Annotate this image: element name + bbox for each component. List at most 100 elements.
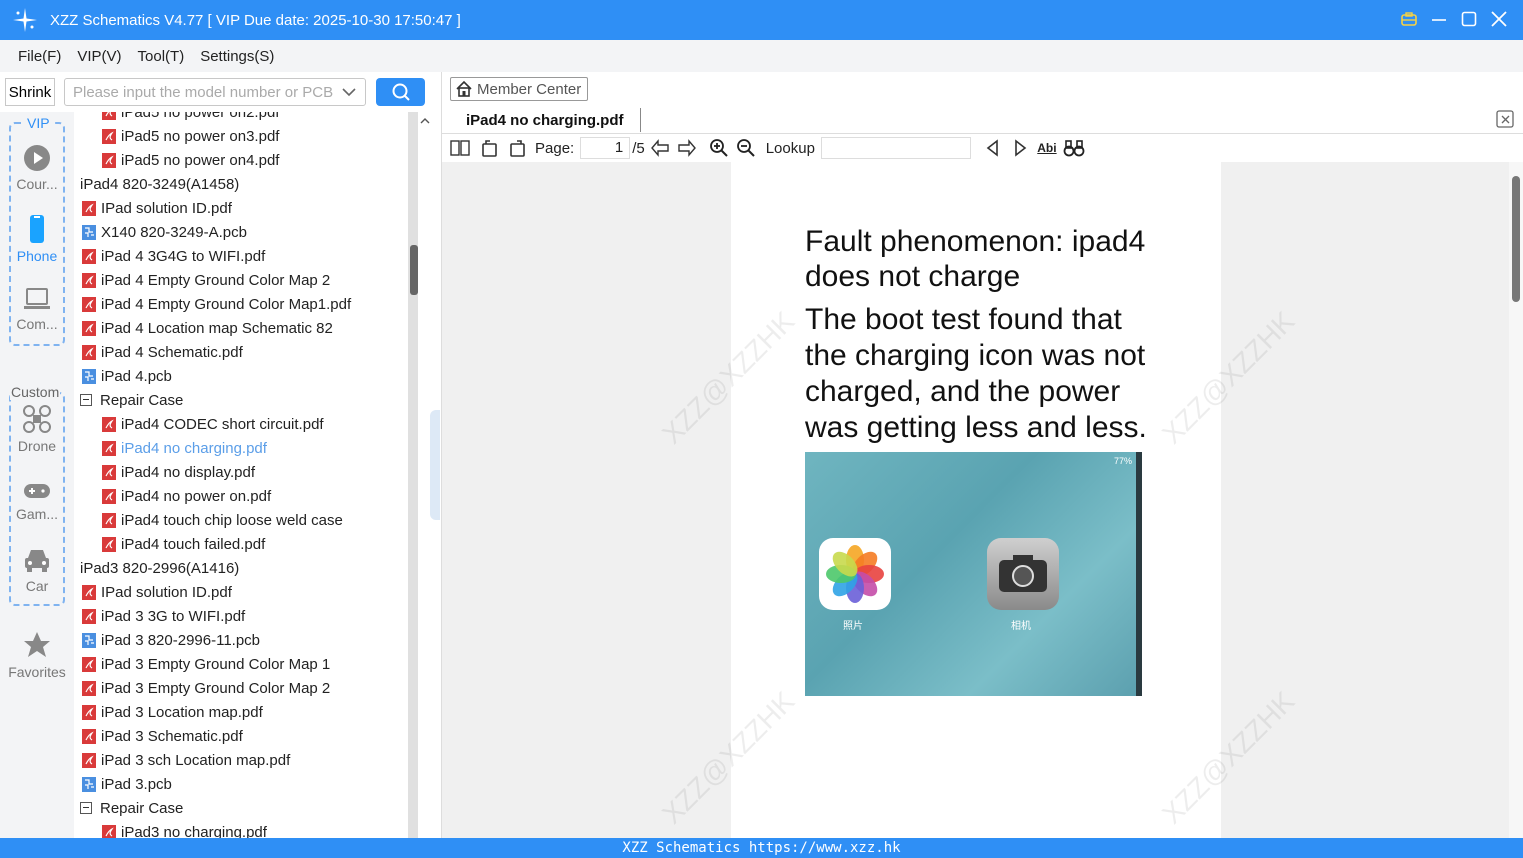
lookup-label: Lookup bbox=[765, 139, 815, 157]
tree-folder[interactable]: Repair Case bbox=[80, 388, 183, 412]
tree-item-label: iPad4 no power on.pdf bbox=[121, 487, 272, 505]
tree-file[interactable]: IPad solution ID.pdf bbox=[82, 196, 232, 220]
minimize-button[interactable] bbox=[1429, 8, 1449, 30]
rotate-right-icon[interactable] bbox=[505, 136, 529, 160]
tree-file[interactable]: iPad 3 Empty Ground Color Map 1 bbox=[82, 652, 330, 676]
zoom-in-icon[interactable] bbox=[707, 136, 731, 160]
document-viewer: Member Center iPad4 no charging.pdf Page… bbox=[441, 72, 1523, 838]
tree-folder[interactable]: Repair Case bbox=[80, 796, 183, 820]
tree-folder[interactable]: iPad3 820-2996(A1416) bbox=[74, 556, 239, 580]
tree-file[interactable]: iPad3 no charging.pdf bbox=[102, 820, 267, 838]
tree-item-label: iPad 3 Schematic.pdf bbox=[101, 727, 243, 745]
menu-vip[interactable]: VIP(V) bbox=[77, 48, 121, 65]
category-favorites-label: Favorites bbox=[8, 664, 66, 680]
pdf-file-icon bbox=[82, 584, 96, 600]
category-phone[interactable]: Phone bbox=[0, 214, 74, 264]
next-page-icon[interactable] bbox=[675, 136, 699, 160]
tree-item-label: iPad4 no display.pdf bbox=[121, 463, 255, 481]
category-computer[interactable]: Com... bbox=[0, 286, 74, 332]
vip-group-label: VIP bbox=[25, 115, 52, 131]
tree-file[interactable]: iPad 4 3G4G to WIFI.pdf bbox=[82, 244, 265, 268]
pdf-file-icon bbox=[82, 320, 96, 336]
rotate-left-icon[interactable] bbox=[478, 136, 502, 160]
scroll-up-icon[interactable] bbox=[418, 114, 432, 128]
vip-badge-icon[interactable] bbox=[1399, 8, 1419, 30]
pdf-file-icon bbox=[82, 248, 96, 264]
menu-tool[interactable]: Tool(T) bbox=[138, 48, 185, 65]
tree-file[interactable]: iPad 4.pcb bbox=[82, 364, 172, 388]
tree-file[interactable]: iPad 3.pcb bbox=[82, 772, 172, 796]
close-tab-icon[interactable] bbox=[1496, 110, 1514, 128]
page-scrollbar-thumb[interactable] bbox=[1512, 176, 1520, 302]
collapse-toggle-icon[interactable] bbox=[80, 394, 92, 406]
tree-file[interactable]: iPad4 no charging.pdf bbox=[102, 436, 267, 460]
category-course[interactable]: Cour... bbox=[0, 144, 74, 192]
collapse-toggle-icon[interactable] bbox=[80, 802, 92, 814]
page-area[interactable]: Fault phenomenon: ipad4 does not charge … bbox=[442, 162, 1510, 838]
model-search-input[interactable]: Please input the model number or PCB bbox=[64, 78, 366, 106]
category-drone[interactable]: Drone bbox=[0, 404, 74, 454]
member-center-button[interactable]: Member Center bbox=[450, 77, 589, 101]
prev-page-icon[interactable] bbox=[648, 136, 672, 160]
tree-file[interactable]: iPad 4 Location map Schematic 82 bbox=[82, 316, 333, 340]
menu-settings[interactable]: Settings(S) bbox=[200, 48, 274, 65]
two-page-view-icon[interactable] bbox=[448, 136, 472, 160]
category-favorites[interactable]: Favorites bbox=[0, 630, 74, 680]
tree-file[interactable]: iPad 3 Schematic.pdf bbox=[82, 724, 243, 748]
find-next-icon[interactable] bbox=[1008, 136, 1032, 160]
category-car[interactable]: Car bbox=[0, 546, 74, 594]
tab-bar: iPad4 no charging.pdf bbox=[442, 106, 1523, 134]
tree-file[interactable]: iPad4 no display.pdf bbox=[102, 460, 255, 484]
tree-file[interactable]: iPad 3 3G to WIFI.pdf bbox=[82, 604, 245, 628]
chevron-down-icon[interactable] bbox=[341, 83, 357, 101]
tree-file[interactable]: iPad 4 Schematic.pdf bbox=[82, 340, 243, 364]
star-icon bbox=[24, 632, 50, 657]
tree-file[interactable]: iPad4 touch chip loose weld case bbox=[102, 508, 343, 532]
maximize-button[interactable] bbox=[1459, 8, 1479, 30]
search-icon bbox=[392, 83, 410, 101]
pdf-file-icon bbox=[102, 440, 116, 456]
tree-file[interactable]: X140 820-3249-A.pcb bbox=[82, 220, 247, 244]
menu-bar: File(F) VIP(V) Tool(T) Settings(S) bbox=[0, 40, 1523, 72]
find-prev-icon[interactable] bbox=[981, 136, 1005, 160]
tree-file[interactable]: iPad5 no power on4.pdf bbox=[102, 148, 279, 172]
tree-item-label: iPad5 no power on3.pdf bbox=[121, 127, 280, 145]
tree-file[interactable]: iPad 3 820-2996-11.pcb bbox=[82, 628, 260, 652]
tree-scrollbar[interactable] bbox=[408, 112, 418, 838]
tree-file[interactable]: iPad 3 Empty Ground Color Map 2 bbox=[82, 676, 330, 700]
zoom-out-icon[interactable] bbox=[734, 136, 758, 160]
tree-file[interactable]: iPad4 CODEC short circuit.pdf bbox=[102, 412, 324, 436]
tree-file[interactable]: iPad 4 Empty Ground Color Map 2 bbox=[82, 268, 330, 292]
tree-folder[interactable]: iPad4 820-3249(A1458) bbox=[74, 172, 239, 196]
tree-file[interactable]: iPad4 no power on.pdf bbox=[102, 484, 271, 508]
tree-scrollbar-thumb[interactable] bbox=[410, 245, 418, 295]
tree-file[interactable]: iPad4 touch failed.pdf bbox=[102, 532, 265, 556]
tree-file[interactable]: iPad 4 Empty Ground Color Map1.pdf bbox=[82, 292, 351, 316]
custom-group-label: Custom bbox=[10, 384, 61, 400]
tree-file[interactable]: IPad solution ID.pdf bbox=[82, 580, 232, 604]
category-game[interactable]: Gam... bbox=[0, 480, 74, 522]
tree-file[interactable]: iPad 3 sch Location map.pdf bbox=[82, 748, 290, 772]
tree-item-label: iPad3 no charging.pdf bbox=[121, 823, 267, 839]
ipad-bezel-edge bbox=[1136, 452, 1142, 696]
page-number-input[interactable]: 1 bbox=[580, 137, 631, 159]
panel-collapse-handle[interactable] bbox=[430, 410, 440, 520]
close-button[interactable] bbox=[1489, 8, 1509, 30]
tree-file[interactable]: iPad5 no power on2.pdf bbox=[102, 112, 279, 124]
page-scrollbar[interactable] bbox=[1509, 162, 1523, 838]
menu-file[interactable]: File(F) bbox=[18, 48, 61, 65]
category-game-label: Gam... bbox=[15, 506, 58, 522]
tree-file[interactable]: iPad5 no power on3.pdf bbox=[102, 124, 279, 148]
tab-document[interactable]: iPad4 no charging.pdf bbox=[450, 108, 641, 132]
lookup-input[interactable] bbox=[820, 137, 971, 159]
pdf-file-icon bbox=[82, 752, 96, 768]
tree-item-label: iPad3 820-2996(A1416) bbox=[80, 559, 240, 577]
viewer-toolbar: Page: 1 /5 Lookup Abi bbox=[442, 134, 1523, 162]
match-case-button[interactable]: Abi bbox=[1035, 136, 1059, 160]
binoculars-icon[interactable] bbox=[1062, 136, 1086, 160]
search-button[interactable] bbox=[376, 78, 425, 106]
tree-file[interactable]: iPad 3 Location map.pdf bbox=[82, 700, 263, 724]
home-icon bbox=[456, 80, 472, 97]
shrink-button[interactable]: Shrink bbox=[5, 78, 55, 106]
pdf-file-icon bbox=[102, 128, 116, 144]
